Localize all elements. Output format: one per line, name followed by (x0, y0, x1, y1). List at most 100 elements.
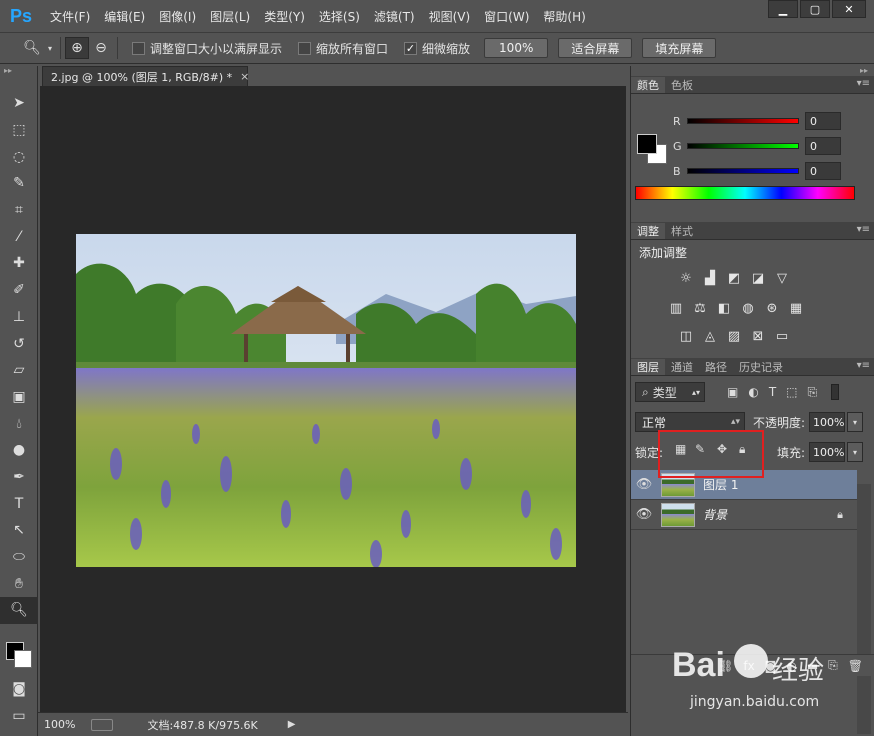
shape-tool-icon[interactable]: ⬭ (0, 544, 38, 571)
menu-edit[interactable]: 编辑(E) (104, 8, 145, 25)
stamp-tool-icon[interactable]: ⊥ (0, 304, 38, 331)
red-channel[interactable]: R 0 (673, 112, 841, 130)
pen-tool-icon[interactable]: ✒ (0, 464, 38, 491)
menu-file[interactable]: 文件(F) (50, 8, 90, 25)
color-balance-icon[interactable]: ⚖ (691, 300, 709, 316)
color-swatches[interactable] (0, 624, 37, 676)
selective-color-icon[interactable]: ⊠ (749, 328, 767, 344)
zoom-in-icon[interactable]: ⊕ (65, 37, 89, 59)
zoom-all-checkbox[interactable]: 缩放所有窗口 (298, 40, 388, 57)
zoom-out-icon[interactable]: ⊖ (89, 37, 113, 59)
threshold-icon[interactable]: ▨ (725, 328, 743, 344)
checkbox-box[interactable] (132, 41, 145, 55)
scrubby-zoom-checkbox[interactable]: ✓ 细微缩放 (404, 40, 470, 57)
document-tab[interactable]: 2.jpg @ 100% (图层 1, RGB/8#) * × (42, 66, 249, 86)
filter-adjust-icon[interactable]: ◐ (748, 385, 758, 399)
filter-shape-icon[interactable]: ⬚ (786, 385, 797, 399)
green-channel[interactable]: G 0 (673, 137, 841, 155)
eraser-tool-icon[interactable]: ▱ (0, 357, 38, 384)
red-value[interactable]: 0 (805, 112, 841, 130)
gradient-map-icon[interactable]: ▭ (773, 328, 791, 344)
filter-pixel-icon[interactable]: ▣ (727, 385, 738, 399)
type-tool-icon[interactable]: T (0, 490, 38, 517)
invert-icon[interactable]: ◫ (677, 328, 695, 344)
tool-preset-dropdown-icon[interactable]: ▾ (44, 37, 56, 59)
tab-layers[interactable]: 图层 (631, 359, 665, 375)
photo-filter-icon[interactable]: ◍ (739, 300, 757, 316)
menu-type[interactable]: 类型(Y) (264, 8, 305, 25)
filter-smart-icon[interactable]: ⎘ (808, 385, 818, 400)
zoom-level[interactable]: 100% (44, 718, 75, 731)
blue-value[interactable]: 0 (805, 162, 841, 180)
maximize-button[interactable]: ▢ (800, 0, 830, 18)
layer-kind-filter[interactable]: ⌕ 类型 ▴▾ (635, 382, 705, 402)
collapse-icon[interactable]: ▸▸ (0, 66, 37, 90)
background-swatch[interactable] (14, 649, 32, 668)
status-menu-arrow-icon[interactable]: ▶ (288, 719, 296, 730)
checkbox-box[interactable] (298, 41, 312, 55)
brightness-icon[interactable]: ☼ (677, 270, 695, 286)
tab-paths[interactable]: 路径 (699, 359, 733, 375)
green-slider[interactable] (687, 143, 799, 149)
lasso-tool-icon[interactable]: ◌ (0, 143, 38, 170)
delete-layer-icon[interactable]: 🗑︎ (848, 659, 863, 673)
layer-name[interactable]: 图层 1 (703, 476, 738, 493)
tab-history[interactable]: 历史记录 (733, 359, 789, 375)
path-select-icon[interactable]: ↖ (0, 517, 38, 544)
menu-select[interactable]: 选择(S) (319, 8, 360, 25)
posterize-icon[interactable]: ◬ (701, 328, 719, 344)
layers-scrollbar[interactable] (857, 484, 871, 734)
menu-view[interactable]: 视图(V) (429, 8, 471, 25)
quick-select-tool-icon[interactable]: ✎ (0, 170, 38, 197)
foreground-color-swatch[interactable] (637, 134, 657, 154)
move-tool-icon[interactable]: ➤ (0, 90, 38, 117)
curves-icon[interactable]: ◩ (725, 270, 743, 286)
panel-menu-icon[interactable]: ▾≡ (857, 78, 870, 89)
close-tab-icon[interactable]: × (240, 70, 249, 83)
levels-icon[interactable]: ▟ (701, 270, 719, 286)
color-spectrum[interactable] (635, 186, 855, 200)
color-lookup-icon[interactable]: ▦ (787, 300, 805, 316)
zoom-tool-icon[interactable]: 🔍︎ (20, 37, 44, 59)
filter-type-icon[interactable]: T (769, 385, 776, 399)
fill-field[interactable]: 100% (809, 442, 845, 462)
blue-slider[interactable] (687, 168, 799, 174)
fill-dropdown-icon[interactable]: ▾ (847, 442, 863, 462)
tab-adjustments[interactable]: 调整 (631, 223, 665, 239)
checkbox-checked[interactable]: ✓ (404, 41, 418, 55)
tab-channels[interactable]: 通道 (665, 359, 699, 375)
visibility-eye-icon[interactable]: 👁︎ (631, 477, 657, 492)
marquee-tool-icon[interactable]: ⬚ (0, 117, 38, 144)
panel-menu-icon[interactable]: ▾≡ (857, 224, 870, 235)
dodge-tool-icon[interactable]: ● (0, 437, 38, 464)
close-button[interactable]: ✕ (832, 0, 866, 18)
tab-color[interactable]: 颜色 (631, 77, 665, 93)
crop-tool-icon[interactable]: ⌗ (0, 197, 38, 224)
exposure-icon[interactable]: ◪ (749, 270, 767, 286)
green-value[interactable]: 0 (805, 137, 841, 155)
eyedropper-tool-icon[interactable]: ⁄ (0, 223, 38, 250)
resize-windows-checkbox[interactable]: 调整窗口大小以满屏显示 (132, 40, 282, 57)
layer-name[interactable]: 背景 (703, 506, 727, 523)
black-white-icon[interactable]: ◧ (715, 300, 733, 316)
layer-row-background[interactable]: 👁︎ 背景 🔒︎ (631, 500, 857, 530)
filter-toggle[interactable] (831, 384, 840, 400)
collapse-panels-icon[interactable]: ▸▸ (860, 66, 868, 75)
menu-window[interactable]: 窗口(W) (484, 8, 529, 25)
zoom-100-button[interactable]: 100% (484, 38, 549, 58)
menu-filter[interactable]: 滤镜(T) (374, 8, 415, 25)
menu-help[interactable]: 帮助(H) (543, 8, 585, 25)
blend-mode-select[interactable]: 正常 ▴▾ (635, 412, 745, 432)
quick-mask-icon[interactable]: ◙ (0, 676, 38, 703)
minimize-button[interactable]: ▁ (768, 0, 798, 18)
red-slider[interactable] (687, 118, 799, 124)
blur-tool-icon[interactable]: 💧︎ (0, 410, 38, 437)
healing-brush-icon[interactable]: ✚ (0, 250, 38, 277)
blue-channel[interactable]: B 0 (673, 162, 841, 180)
opacity-dropdown-icon[interactable]: ▾ (847, 412, 863, 432)
lavender-field-image[interactable] (76, 234, 576, 567)
zoom-tool-active-icon[interactable]: 🔍︎ (0, 597, 38, 624)
gradient-tool-icon[interactable]: ▣ (0, 384, 38, 411)
history-brush-icon[interactable]: ↺ (0, 330, 38, 357)
menu-layer[interactable]: 图层(L) (210, 8, 250, 25)
